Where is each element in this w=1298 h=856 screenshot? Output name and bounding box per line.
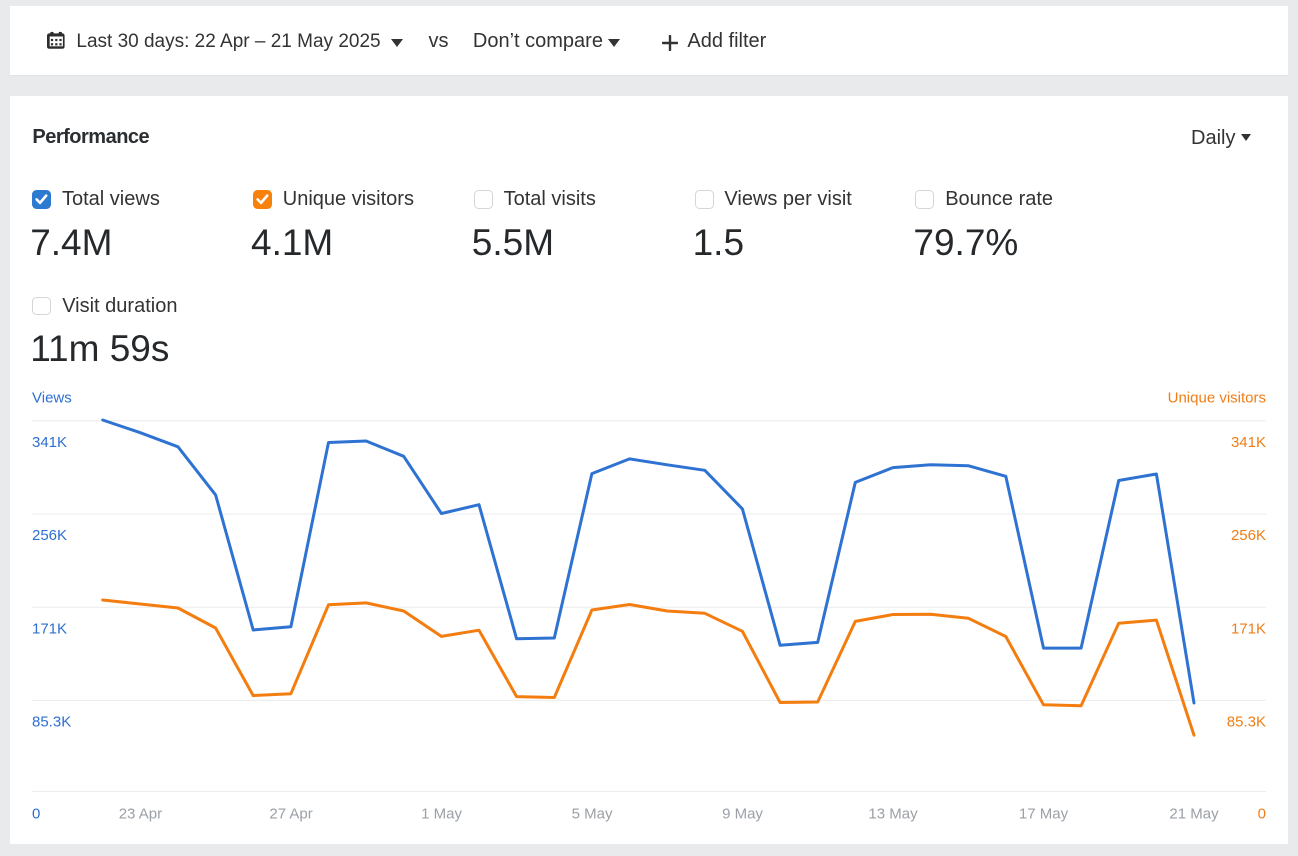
svg-text:1 May: 1 May [421,806,462,823]
svg-text:171K: 171K [1231,620,1266,637]
svg-text:9 May: 9 May [722,806,763,823]
svg-text:85.3K: 85.3K [32,714,71,731]
svg-text:85.3K: 85.3K [1227,714,1266,731]
svg-text:Views: Views [32,389,72,406]
svg-text:Unique visitors: Unique visitors [1168,389,1266,406]
svg-text:341K: 341K [32,434,67,451]
svg-text:171K: 171K [32,620,67,637]
svg-text:27 Apr: 27 Apr [269,806,312,823]
svg-text:17 May: 17 May [1019,806,1069,823]
svg-text:256K: 256K [1231,527,1266,544]
svg-text:0: 0 [32,806,40,823]
svg-text:13 May: 13 May [868,806,918,823]
svg-text:256K: 256K [32,527,67,544]
svg-text:0: 0 [1258,806,1266,823]
svg-text:21 May: 21 May [1169,806,1219,823]
svg-text:23 Apr: 23 Apr [119,806,162,823]
svg-text:5 May: 5 May [572,806,613,823]
svg-text:341K: 341K [1231,434,1266,451]
